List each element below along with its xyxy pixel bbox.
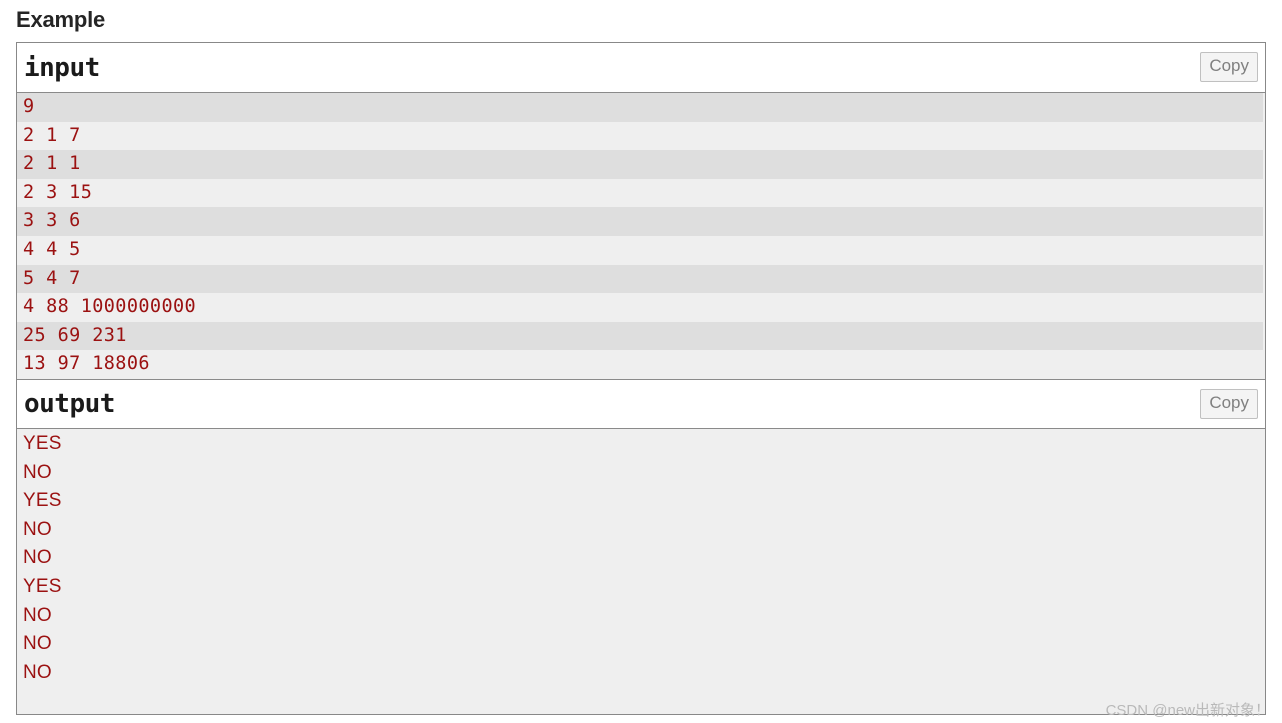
input-code-block: 9 2 1 7 2 1 1 2 3 15 3 3 6 4 4 5 5 4 7 4… <box>17 93 1265 379</box>
output-line: NO <box>17 515 1265 545</box>
copy-output-button[interactable]: Copy <box>1200 388 1258 419</box>
output-line: YES <box>17 429 1265 459</box>
page-title: Example <box>16 7 106 32</box>
example-container: input Copy 9 2 1 7 2 1 1 2 3 15 3 3 6 4 … <box>16 42 1266 715</box>
input-header: input Copy <box>17 43 1265 93</box>
input-line: 2 1 1 <box>17 150 1263 179</box>
output-line: NO <box>17 601 1265 631</box>
output-title: output <box>24 388 115 419</box>
input-line: 2 3 15 <box>17 178 1265 208</box>
input-line: 25 69 231 <box>17 321 1263 351</box>
input-title: input <box>24 52 100 83</box>
input-line: 9 <box>17 93 1263 122</box>
example-page: Example input Copy 9 2 1 7 2 1 1 2 3 15 … <box>0 0 1282 723</box>
output-code-block: YES NO YES NO NO YES NO NO NO <box>17 428 1265 688</box>
input-line: 5 4 7 <box>17 264 1263 294</box>
output-header: output Copy <box>17 378 1265 429</box>
output-line: YES <box>17 572 1265 602</box>
input-line: 13 97 18806 <box>17 350 1265 379</box>
output-line: NO <box>17 630 1265 659</box>
input-line: 2 1 7 <box>17 121 1265 151</box>
output-line: NO <box>17 458 1265 488</box>
input-line: 3 3 6 <box>17 207 1263 236</box>
input-line: 4 88 1000000000 <box>17 293 1265 322</box>
copy-input-button[interactable]: Copy <box>1200 52 1258 82</box>
output-line: NO <box>17 658 1265 688</box>
output-line: NO <box>17 544 1265 573</box>
output-line: YES <box>17 487 1265 516</box>
input-line: 4 4 5 <box>17 235 1265 265</box>
